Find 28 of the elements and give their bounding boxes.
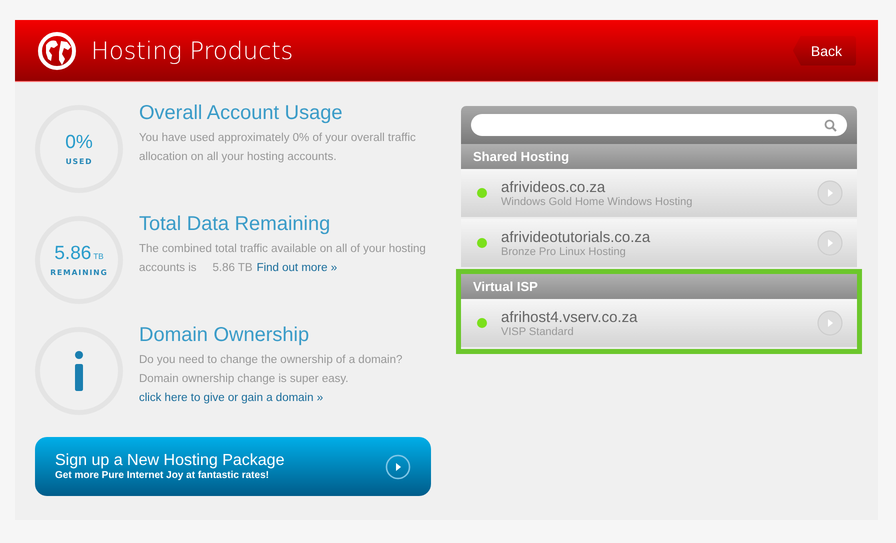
- description-text: Domain ownership change is super easy.: [139, 372, 350, 387]
- domain-name: afrivideotutorials.co.za: [501, 228, 652, 246]
- description-text: The combined total traffic available on all of your hosting accounts is 5.86 TB Find out more »: [139, 242, 427, 276]
- search-icon: [824, 118, 837, 132]
- section-title: Total Data Remaining: [139, 213, 332, 236]
- domain-name: afrihost4.vserv.co.za: [501, 308, 638, 326]
- back-button[interactable]: Back: [792, 36, 856, 66]
- hosting-list-item[interactable]: afrivideos.co.za Windows Gold Home Windows Hosting: [461, 169, 857, 219]
- plan-name: Windows Gold Home Windows Hosting: [501, 196, 694, 208]
- group-header: Virtual ISP: [461, 274, 857, 299]
- domain-name: afrivideos.co.za: [501, 178, 606, 196]
- search-field[interactable]: [471, 114, 847, 136]
- domain-link[interactable]: click here to give or gain a domain »: [139, 389, 429, 408]
- section-title: Overall Account Usage: [139, 102, 344, 125]
- hosting-list-item[interactable]: afrihost4.vserv.co.za VISP Standard: [461, 299, 857, 349]
- section-title: Domain Ownership: [139, 324, 310, 347]
- info-icon: [73, 351, 85, 391]
- plan-name: Bronze Pro Linux Hosting: [501, 246, 627, 258]
- plan-name: VISP Standard: [501, 326, 575, 338]
- description-text: You have used approximately 0% of your overall traffic allocation on all your hosting accounts.: [139, 131, 417, 165]
- description-text: Do you need to change the ownership of a domain?: [139, 353, 404, 368]
- gauge-value: 0%: [65, 132, 93, 154]
- page-title: Hosting Products: [91, 36, 294, 64]
- group-header: Shared Hosting: [461, 144, 857, 169]
- gauge-value: 5.86 TB: [54, 243, 104, 265]
- find-out-more-link[interactable]: Find out more »: [256, 262, 338, 274]
- hosting-list-item[interactable]: afrivideotutorials.co.za Bronze Pro Linux Hosting: [461, 219, 857, 269]
- signup-button[interactable]: Sign up a New Hosting Package Get more Pure Internet Joy at fantastic rates!: [35, 437, 431, 496]
